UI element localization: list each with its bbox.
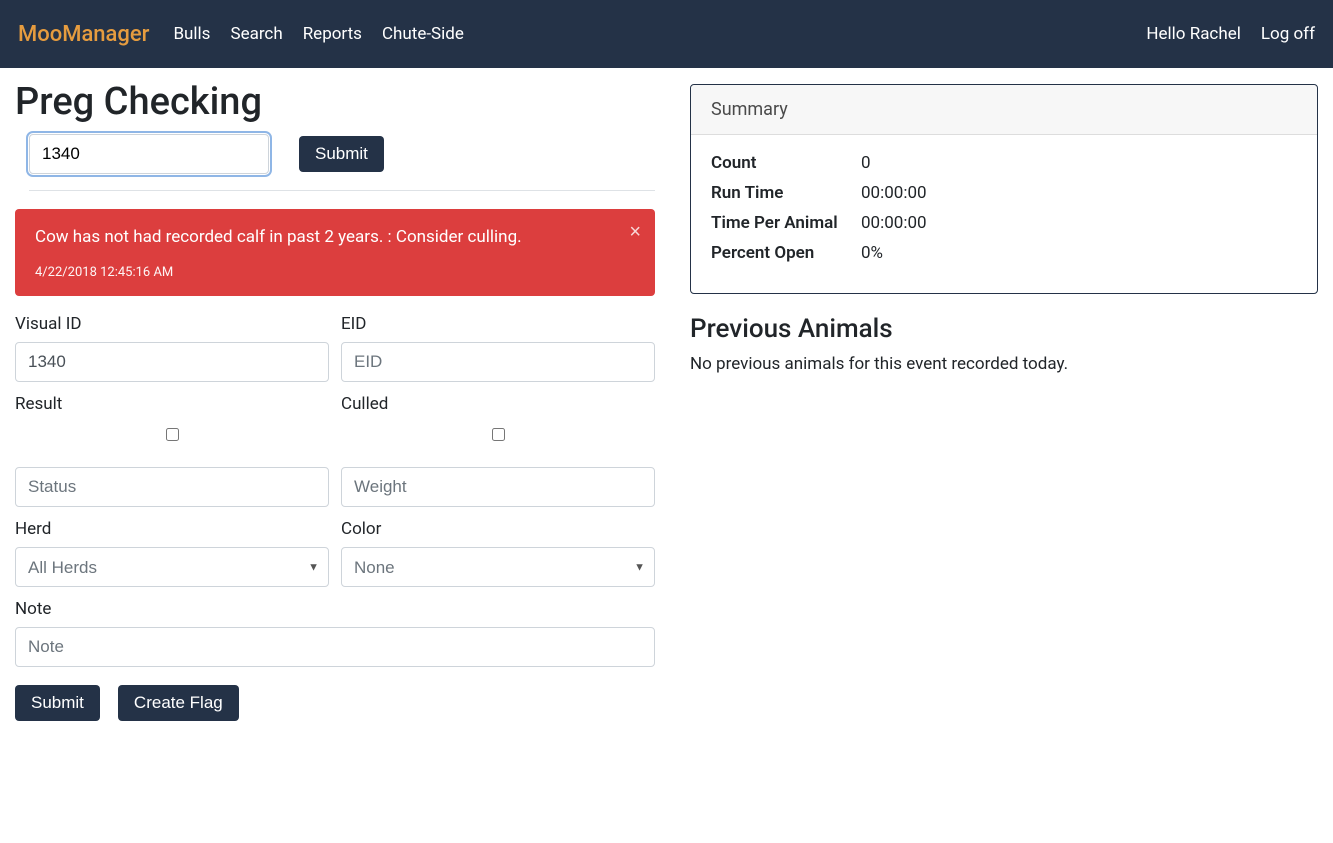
status-input[interactable]	[15, 467, 329, 507]
alert-message: Cow has not had recorded calf in past 2 …	[35, 227, 635, 247]
culled-checkbox[interactable]	[492, 428, 505, 441]
result-label: Result	[15, 394, 329, 414]
navbar: MooManager Bulls Search Reports Chute-Si…	[0, 0, 1333, 68]
previous-animals-title: Previous Animals	[690, 314, 1318, 344]
nav-reports[interactable]: Reports	[303, 24, 362, 44]
form-submit-button[interactable]: Submit	[15, 685, 100, 721]
weight-input[interactable]	[341, 467, 655, 507]
previous-animals-empty: No previous animals for this event recor…	[690, 354, 1318, 374]
summary-header: Summary	[691, 85, 1317, 135]
nav-user-greeting[interactable]: Hello Rachel	[1146, 24, 1240, 44]
herd-select[interactable]: All Herds	[15, 547, 329, 587]
brand-logo[interactable]: MooManager	[18, 22, 149, 47]
main-container: Preg Checking Submit Cow has not had rec…	[0, 68, 1333, 741]
button-row: Submit Create Flag	[15, 685, 655, 721]
eid-input[interactable]	[341, 342, 655, 382]
culled-label: Culled	[341, 394, 655, 414]
herd-label: Herd	[15, 519, 329, 539]
right-column: Summary Count 0 Run Time 00:00:00 Time P…	[690, 78, 1318, 721]
close-icon[interactable]: ×	[629, 221, 641, 244]
visual-id-input[interactable]	[15, 342, 329, 382]
nav-search[interactable]: Search	[230, 24, 282, 44]
alert-banner: Cow has not had recorded calf in past 2 …	[15, 209, 655, 296]
form-grid: Visual ID EID Result Culled	[15, 314, 655, 679]
note-label: Note	[15, 599, 655, 619]
search-row: Submit	[29, 134, 655, 191]
summary-panel: Summary Count 0 Run Time 00:00:00 Time P…	[690, 84, 1318, 294]
page-title: Preg Checking	[15, 80, 655, 124]
summary-timeperanimal-value: 00:00:00	[861, 213, 927, 233]
summary-count-value: 0	[861, 153, 871, 173]
left-column: Preg Checking Submit Cow has not had rec…	[15, 78, 655, 721]
summary-percentopen-label: Percent Open	[711, 243, 861, 263]
result-checkbox[interactable]	[166, 428, 179, 441]
nav-chute-side[interactable]: Chute-Side	[382, 24, 464, 44]
summary-body: Count 0 Run Time 00:00:00 Time Per Anima…	[691, 135, 1317, 293]
nav-left: Bulls Search Reports Chute-Side	[173, 24, 463, 44]
eid-label: EID	[341, 314, 655, 334]
note-input[interactable]	[15, 627, 655, 667]
create-flag-button[interactable]: Create Flag	[118, 685, 239, 721]
nav-right: Hello Rachel Log off	[1146, 24, 1315, 44]
color-select[interactable]: None	[341, 547, 655, 587]
nav-bulls[interactable]: Bulls	[173, 24, 210, 44]
color-label: Color	[341, 519, 655, 539]
summary-timeperanimal-label: Time Per Animal	[711, 213, 861, 233]
nav-logoff[interactable]: Log off	[1261, 24, 1315, 44]
summary-count-label: Count	[711, 153, 861, 173]
alert-timestamp: 4/22/2018 12:45:16 AM	[35, 265, 635, 280]
visual-id-label: Visual ID	[15, 314, 329, 334]
summary-percentopen-value: 0%	[861, 243, 883, 263]
summary-runtime-label: Run Time	[711, 183, 861, 203]
summary-runtime-value: 00:00:00	[861, 183, 927, 203]
animal-search-input[interactable]	[29, 134, 269, 174]
search-submit-button[interactable]: Submit	[299, 136, 384, 172]
